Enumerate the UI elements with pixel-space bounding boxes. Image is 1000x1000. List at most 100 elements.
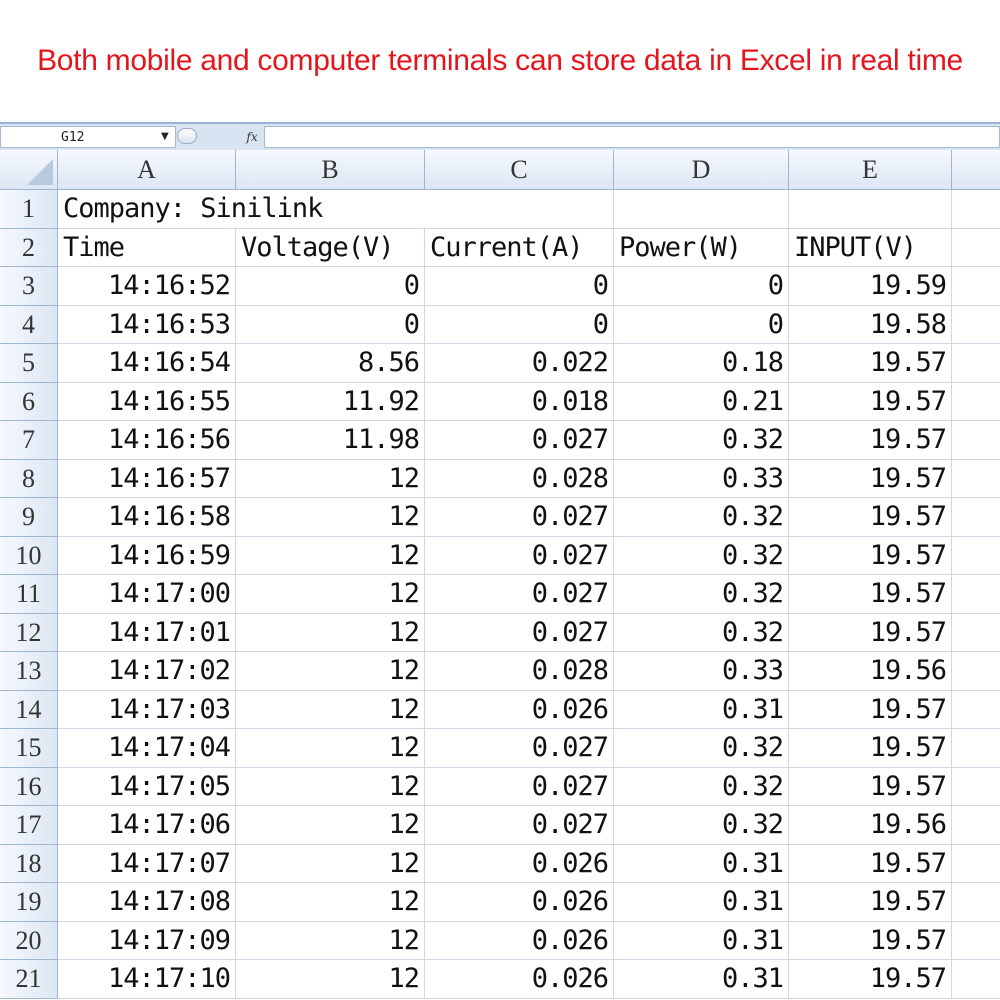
cell-c3[interactable]: 0	[425, 267, 614, 306]
cell-a20[interactable]: 14:17:09	[58, 921, 236, 960]
cell-b8[interactable]: 12	[236, 459, 425, 498]
cell-c4[interactable]: 0	[425, 305, 614, 344]
cell-e3[interactable]: 19.59	[789, 267, 952, 306]
row-header[interactable]: 11	[0, 575, 58, 614]
cell-e9[interactable]: 19.57	[789, 498, 952, 537]
cell-e18[interactable]: 19.57	[789, 844, 952, 883]
cell-d8[interactable]: 0.33	[614, 459, 789, 498]
cell-e7[interactable]: 19.57	[789, 421, 952, 460]
cell-f12[interactable]	[952, 614, 1000, 652]
cell-b20[interactable]: 12	[236, 921, 425, 960]
cell-f13[interactable]	[952, 652, 1000, 691]
cell-d2[interactable]: Power(W)	[614, 228, 789, 267]
fx-icon[interactable]: fx	[240, 127, 264, 147]
cell-f18[interactable]	[952, 845, 1000, 883]
column-header-c[interactable]: C	[425, 150, 614, 190]
cell-c17[interactable]: 0.027	[425, 806, 614, 845]
row-header[interactable]: 1	[0, 190, 58, 229]
cell-b10[interactable]: 12	[236, 536, 425, 575]
cell-a6[interactable]: 14:16:55	[58, 382, 236, 421]
cell-b2[interactable]: Voltage(V)	[236, 228, 425, 267]
cell-f11[interactable]	[952, 575, 1000, 614]
cell-b12[interactable]: 12	[236, 613, 425, 652]
row-header[interactable]: 5	[0, 344, 58, 383]
cell-b16[interactable]: 12	[236, 767, 425, 806]
cell-e6[interactable]: 19.57	[789, 382, 952, 421]
cell-c15[interactable]: 0.027	[425, 729, 614, 768]
cell-e14[interactable]: 19.57	[789, 690, 952, 729]
formula-input[interactable]	[264, 126, 1000, 148]
cell-a17[interactable]: 14:17:06	[58, 806, 236, 845]
cell-d20[interactable]: 0.31	[614, 921, 789, 960]
cell-d11[interactable]: 0.32	[614, 575, 789, 614]
cell-a3[interactable]: 14:16:52	[58, 267, 236, 306]
cell-a15[interactable]: 14:17:04	[58, 729, 236, 768]
row-header[interactable]: 15	[0, 729, 58, 768]
cell-a7[interactable]: 14:16:56	[58, 421, 236, 460]
name-box[interactable]: G12 ▼	[0, 126, 176, 148]
column-header-b[interactable]: B	[236, 150, 425, 190]
cell-a4[interactable]: 14:16:53	[58, 305, 236, 344]
cell-c20[interactable]: 0.026	[425, 921, 614, 960]
cell-e17[interactable]: 19.56	[789, 806, 952, 845]
cell-d10[interactable]: 0.32	[614, 536, 789, 575]
cell-f16[interactable]	[952, 768, 1000, 806]
row-header[interactable]: 17	[0, 806, 58, 845]
cell-c12[interactable]: 0.027	[425, 613, 614, 652]
cell-c11[interactable]: 0.027	[425, 575, 614, 614]
cell-c10[interactable]: 0.027	[425, 536, 614, 575]
cell-f6[interactable]	[952, 383, 1000, 421]
cell-f17[interactable]	[952, 806, 1000, 845]
cell-b1[interactable]	[236, 190, 425, 229]
cell-a19[interactable]: 14:17:08	[58, 883, 236, 922]
cell-f1[interactable]	[952, 190, 1000, 229]
cell-a16[interactable]: 14:17:05	[58, 767, 236, 806]
cell-e21[interactable]: 19.57	[789, 960, 952, 999]
cell-a8[interactable]: 14:16:57	[58, 459, 236, 498]
cell-c21[interactable]: 0.026	[425, 960, 614, 999]
cell-e10[interactable]: 19.57	[789, 536, 952, 575]
cell-f3[interactable]	[952, 267, 1000, 306]
cell-d9[interactable]: 0.32	[614, 498, 789, 537]
cell-b6[interactable]: 11.92	[236, 382, 425, 421]
cell-c6[interactable]: 0.018	[425, 382, 614, 421]
cell-f9[interactable]	[952, 498, 1000, 537]
cell-e2[interactable]: INPUT(V)	[789, 228, 952, 267]
cell-b11[interactable]: 12	[236, 575, 425, 614]
cell-f20[interactable]	[952, 922, 1000, 960]
cell-d19[interactable]: 0.31	[614, 883, 789, 922]
cell-c9[interactable]: 0.027	[425, 498, 614, 537]
cell-b17[interactable]: 12	[236, 806, 425, 845]
cell-b14[interactable]: 12	[236, 690, 425, 729]
cell-a13[interactable]: 14:17:02	[58, 652, 236, 691]
cell-d15[interactable]: 0.32	[614, 729, 789, 768]
cell-b9[interactable]: 12	[236, 498, 425, 537]
cell-f5[interactable]	[952, 344, 1000, 383]
cell-a5[interactable]: 14:16:54	[58, 344, 236, 383]
cell-f7[interactable]	[952, 421, 1000, 460]
cell-c1[interactable]	[425, 190, 614, 229]
cell-a2[interactable]: Time	[58, 228, 236, 267]
cell-d5[interactable]: 0.18	[614, 344, 789, 383]
cell-e8[interactable]: 19.57	[789, 459, 952, 498]
row-header[interactable]: 12	[0, 613, 58, 652]
column-header-d[interactable]: D	[614, 150, 789, 190]
row-header[interactable]: 3	[0, 267, 58, 306]
cell-b15[interactable]: 12	[236, 729, 425, 768]
row-header[interactable]: 13	[0, 652, 58, 691]
cell-b21[interactable]: 12	[236, 960, 425, 999]
cell-d18[interactable]: 0.31	[614, 844, 789, 883]
column-header-f[interactable]	[952, 150, 1000, 190]
row-header[interactable]: 6	[0, 382, 58, 421]
cell-d1[interactable]	[614, 190, 789, 229]
cell-d21[interactable]: 0.31	[614, 960, 789, 999]
cell-d6[interactable]: 0.21	[614, 382, 789, 421]
cell-c19[interactable]: 0.026	[425, 883, 614, 922]
chevron-down-icon[interactable]: ▼	[161, 131, 169, 142]
row-header[interactable]: 14	[0, 690, 58, 729]
cell-d4[interactable]: 0	[614, 305, 789, 344]
cell-b7[interactable]: 11.98	[236, 421, 425, 460]
select-all-corner[interactable]	[0, 150, 58, 190]
cell-e5[interactable]: 19.57	[789, 344, 952, 383]
cell-f8[interactable]	[952, 460, 1000, 498]
